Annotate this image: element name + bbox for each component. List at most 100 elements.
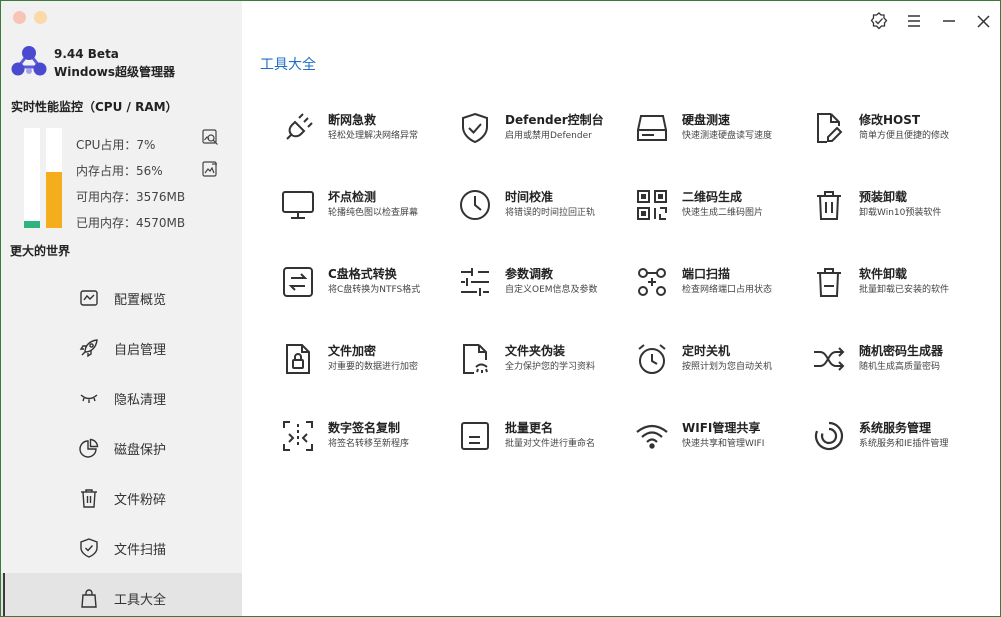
tool-desc: 简单方便且便捷的修改 xyxy=(859,131,950,141)
tool-name: 文件夹伪装 xyxy=(505,344,566,358)
section-title: 工具大全 xyxy=(260,57,316,73)
tool-file-encrypt[interactable]: 文件加密 对重要的数据进行加密 xyxy=(279,340,449,390)
tool-name: 文件加密 xyxy=(328,344,377,358)
trash-icon xyxy=(810,186,848,224)
shield-check-icon xyxy=(456,109,494,147)
tool-c-drive-convert[interactable]: C盘格式转换 将C盘转换为NTFS格式 xyxy=(279,263,449,313)
sidebar-item-label: 文件扫描 xyxy=(114,542,167,558)
main-panel: 工具大全 断网急救 轻松处理解决网络异常 Defender控制台 启用或禁用De… xyxy=(242,1,1000,616)
chart-icon xyxy=(79,288,99,308)
close-dot-button[interactable] xyxy=(13,11,26,24)
trash-icon xyxy=(79,488,99,508)
tool-folder-disguise[interactable]: 文件夹伪装 全力保护您的学习资料 xyxy=(456,340,626,390)
tool-time-sync[interactable]: 时间校准 将错误的时间拉回正轨 xyxy=(456,186,626,236)
tool-dead-pixel-check[interactable]: 坏点检测 轮播纯色图以检查屏幕 xyxy=(279,186,449,236)
cpu-usage-fill xyxy=(24,221,40,228)
tool-name: 二维码生成 xyxy=(682,190,743,204)
tool-edit-host[interactable]: 修改HOST 简单方便且便捷的修改 xyxy=(810,109,980,159)
minimize-icon[interactable] xyxy=(939,11,959,31)
tool-desc: 按照计划为您自动关机 xyxy=(682,362,773,372)
available-memory-text: 可用内存：3576MB xyxy=(76,190,186,204)
tool-desc: 快速生成二维码图片 xyxy=(682,208,764,218)
tool-name: 系统服务管理 xyxy=(859,421,932,435)
tool-qrcode-generator[interactable]: 二维码生成 快速生成二维码图片 xyxy=(633,186,803,236)
tool-name: 参数调教 xyxy=(505,267,554,281)
tool-desc: 批量卸载已安装的软件 xyxy=(859,285,950,295)
sidebar-item-file-scan[interactable]: 文件扫描 xyxy=(1,523,242,573)
tool-name: WIFI管理共享 xyxy=(682,421,761,435)
image-search-icon[interactable] xyxy=(202,129,219,146)
sidebar-item-label: 自启管理 xyxy=(114,342,167,358)
wifi-icon xyxy=(633,417,671,455)
sidebar-item-toolbox[interactable]: 工具大全 xyxy=(1,573,242,616)
tool-signature-copy[interactable]: 数字签名复制 将签名转移至新程序 xyxy=(279,417,449,467)
monitor-icon xyxy=(279,186,317,224)
bag-icon xyxy=(79,588,99,608)
rename-icon xyxy=(456,417,494,455)
tool-desc: 将签名转移至新程序 xyxy=(328,439,410,449)
image-edit-icon[interactable] xyxy=(202,161,219,178)
verified-icon[interactable] xyxy=(869,11,889,31)
service-icon xyxy=(810,417,848,455)
clock-icon xyxy=(456,186,494,224)
sidebar-item-config-overview[interactable]: 配置概览 xyxy=(1,273,242,323)
tool-name: 定时关机 xyxy=(682,344,731,358)
minimize-dot-button[interactable] xyxy=(34,11,47,24)
tool-desc: 快速测速硬盘读写速度 xyxy=(682,131,773,141)
motto-text: 更大的世界 xyxy=(10,244,71,258)
tool-name: Defender控制台 xyxy=(505,113,604,127)
tool-desc: 全力保护您的学习资料 xyxy=(505,362,596,372)
tool-disk-speed[interactable]: 硬盘测速 快速测速硬盘读写速度 xyxy=(633,109,803,159)
tool-desc: 系统服务和IE插件管理 xyxy=(859,439,949,449)
tool-desc: 将错误的时间拉回正轨 xyxy=(505,208,596,218)
file-edit-icon xyxy=(810,109,848,147)
tool-preinstall-uninstall[interactable]: 预装卸载 卸载Win10预装软件 xyxy=(810,186,980,236)
close-icon[interactable] xyxy=(973,11,993,31)
tool-name: 硬盘测速 xyxy=(682,113,731,127)
sidebar-item-privacy-clean[interactable]: 隐私清理 xyxy=(1,373,242,423)
shield-check-icon xyxy=(79,538,99,558)
sidebar-item-startup-manager[interactable]: 自启管理 xyxy=(1,323,242,373)
sidebar-nav: 配置概览 自启管理 隐私清理 磁盘保护 文件粉碎 文件扫描 工具大全 xyxy=(1,273,242,616)
tool-random-password[interactable]: 随机密码生成器 随机生成高质量密码 xyxy=(810,340,980,390)
cpu-usage-bar xyxy=(24,128,40,228)
tool-defender-console[interactable]: Defender控制台 启用或禁用Defender xyxy=(456,109,626,159)
swap-icon xyxy=(279,263,317,301)
sidebar-item-label: 磁盘保护 xyxy=(114,442,167,458)
tool-desc: 将C盘转换为NTFS格式 xyxy=(328,285,421,295)
trash-icon xyxy=(810,263,848,301)
menu-icon[interactable] xyxy=(904,11,924,31)
app-name: Windows超级管理器 xyxy=(54,65,175,79)
memory-usage-text: 内存占用：56% xyxy=(76,164,163,178)
signature-copy-icon xyxy=(279,417,317,455)
file-eye-icon xyxy=(456,340,494,378)
sidebar-item-file-shred[interactable]: 文件粉碎 xyxy=(1,473,242,523)
memory-usage-bar xyxy=(46,128,62,228)
tool-wifi-share[interactable]: WIFI管理共享 快速共享和管理WIFI xyxy=(633,417,803,467)
app-version: 9.44 Beta xyxy=(54,47,119,61)
sidebar-item-label: 工具大全 xyxy=(114,592,167,608)
sliders-icon xyxy=(456,263,494,301)
sidebar-item-disk-protect[interactable]: 磁盘保护 xyxy=(1,423,242,473)
sidebar: 9.44 Beta Windows超级管理器 实时性能监控（CPU / RAM）… xyxy=(1,1,242,616)
tool-port-scan[interactable]: 端口扫描 检查网络端口占用状态 xyxy=(633,263,803,313)
cpu-usage-text: CPU占用：7% xyxy=(76,138,156,152)
tool-param-tuning[interactable]: 参数调教 自定义OEM信息及参数 xyxy=(456,263,626,313)
tool-name: 时间校准 xyxy=(505,190,554,204)
tool-service-manager[interactable]: 系统服务管理 系统服务和IE插件管理 xyxy=(810,417,980,467)
tool-name: 随机密码生成器 xyxy=(859,344,944,358)
sidebar-item-label: 隐私清理 xyxy=(114,392,167,408)
tool-batch-rename[interactable]: 批量更名 批量对文件进行重命名 xyxy=(456,417,626,467)
tool-scheduled-shutdown[interactable]: 定时关机 按照计划为您自动关机 xyxy=(633,340,803,390)
sidebar-item-label: 配置概览 xyxy=(114,292,167,308)
hard-drive-icon xyxy=(633,109,671,147)
tool-software-uninstall[interactable]: 软件卸载 批量卸载已安装的软件 xyxy=(810,263,980,313)
qrcode-icon xyxy=(633,186,671,224)
tool-name: 断网急救 xyxy=(328,113,377,127)
rocket-icon xyxy=(79,338,99,358)
tool-desc: 批量对文件进行重命名 xyxy=(505,439,596,449)
tool-network-rescue[interactable]: 断网急救 轻松处理解决网络异常 xyxy=(279,109,449,159)
performance-title: 实时性能监控（CPU / RAM） xyxy=(11,100,178,114)
alarm-icon xyxy=(633,340,671,378)
sidebar-item-label: 文件粉碎 xyxy=(114,492,167,508)
